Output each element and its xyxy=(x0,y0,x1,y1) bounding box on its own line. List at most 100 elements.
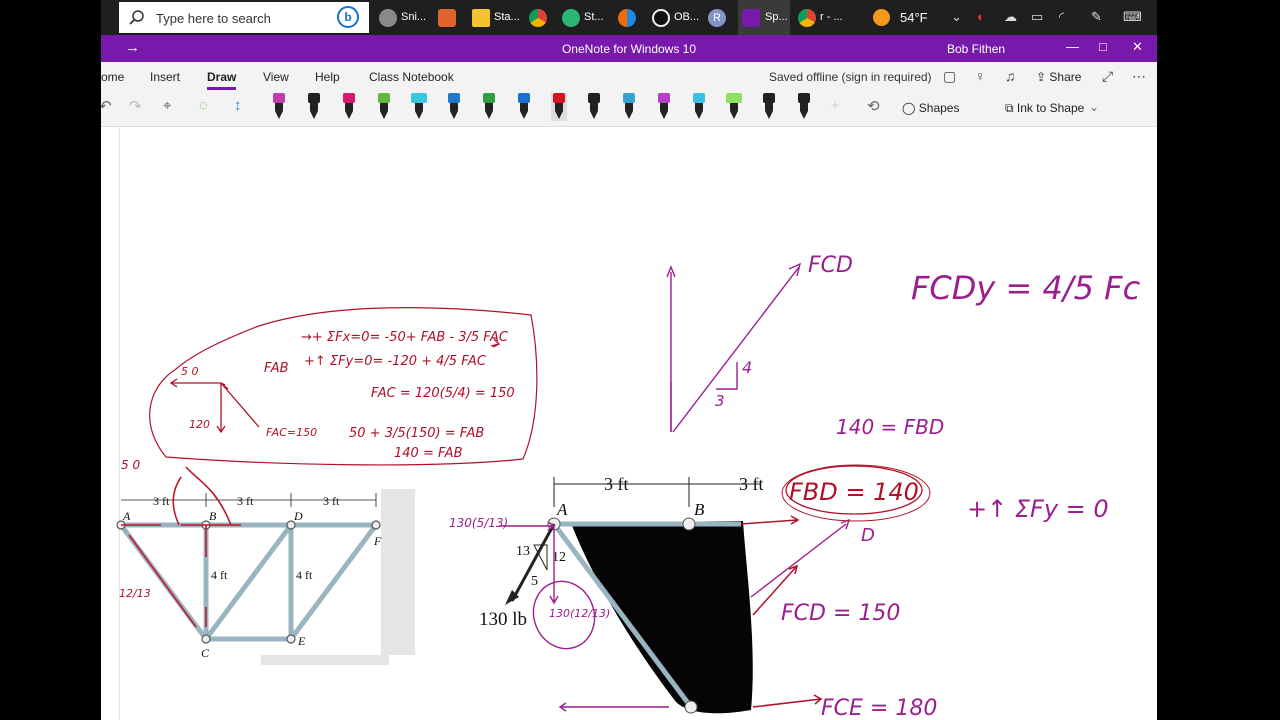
keyboard-icon[interactable]: ⌨ xyxy=(1123,9,1142,25)
taskbar-app-snipping[interactable]: Sni... xyxy=(379,0,429,35)
maximize-icon[interactable]: □ xyxy=(1099,39,1107,54)
expand-icon[interactable]: ⤢ xyxy=(1102,68,1113,85)
add-pen-icon[interactable]: + xyxy=(831,97,840,114)
profile-icon: R xyxy=(708,9,726,27)
note-fab-eq: 50 + 3/5(150) = FAB xyxy=(349,426,484,441)
taskbar-app-chrome-profile[interactable]: r - ... xyxy=(798,0,848,35)
taskbar-app-chrome[interactable] xyxy=(529,0,554,35)
more-icon[interactable]: ⋯ xyxy=(1132,68,1146,85)
note-5-0: 5 0 xyxy=(121,458,140,472)
pen-13[interactable] xyxy=(691,93,707,121)
pen-10[interactable] xyxy=(586,93,602,121)
draw-toolbar: ↶ ↷ ⌖ ◌ ↕ + ⟲ ◯ Shapes ⧉ Ink to Shape ⌄ xyxy=(101,90,1157,127)
pen-4[interactable] xyxy=(376,93,392,121)
lightbulb-icon[interactable]: ♀ xyxy=(975,68,986,84)
taskbar-app-profile[interactable]: R xyxy=(708,0,734,35)
truss-label-a: A xyxy=(122,509,131,523)
note-fac: FAC = 120(5/4) = 150 xyxy=(371,386,515,401)
note-sum-fx: →+ ΣFx=0= -50+ FAB - 3/5 FAC xyxy=(301,330,509,345)
taskbar-app-sticky[interactable]: Sta... xyxy=(472,0,522,35)
onenote-icon xyxy=(742,9,760,27)
note-fce-180: FCE = 180 xyxy=(821,696,937,720)
search-box[interactable]: Type here to search b xyxy=(119,2,369,33)
shapes-icon: ◯ xyxy=(902,101,919,115)
chevron-up-icon[interactable]: ⌄ xyxy=(951,9,962,25)
tab-help[interactable]: Help xyxy=(315,70,340,84)
pen-6[interactable] xyxy=(446,93,462,121)
wifi-icon[interactable]: ◜ xyxy=(1059,9,1064,25)
bell-icon[interactable]: ♫ xyxy=(1005,68,1016,84)
note-sum-fy-0: +↑ ΣFy = 0 xyxy=(967,495,1109,523)
bing-icon[interactable]: b xyxy=(337,6,359,28)
pen-16[interactable] xyxy=(796,93,812,121)
big-label-a: A xyxy=(556,500,568,519)
taskbar-app-obs[interactable]: OB... xyxy=(652,0,702,35)
fbd-circled: FBD = 140 xyxy=(740,464,931,708)
notebook-icon[interactable]: ▢ xyxy=(943,68,956,85)
ink-replay-icon[interactable]: ⟲ xyxy=(867,97,880,115)
chrome-icon xyxy=(529,9,547,27)
pen-3[interactable] xyxy=(341,93,357,121)
obs-icon xyxy=(652,9,670,27)
note-fac-150: FAC=150 xyxy=(266,426,317,439)
minimize-icon[interactable]: — xyxy=(1066,39,1079,54)
big-n5: 5 xyxy=(531,574,538,589)
pen-7[interactable] xyxy=(481,93,497,121)
pen-12[interactable] xyxy=(656,93,672,121)
chevron-down-icon[interactable]: ⌄ xyxy=(1089,100,1099,114)
truss-dim-1: 3 ft xyxy=(153,494,170,508)
tab-draw[interactable]: Draw xyxy=(207,70,237,90)
taskbar: Type here to search b Sni... Sta... St..… xyxy=(101,0,1157,35)
search-placeholder: Type here to search xyxy=(156,11,271,26)
note-130-12-13: 130(12/13) xyxy=(549,607,610,620)
app-tray-icon[interactable]: ◐ xyxy=(977,9,985,24)
taskbar-app-st[interactable]: St... xyxy=(562,0,612,35)
note-fcd: FCD xyxy=(808,253,853,278)
shapes-button[interactable]: ◯ Shapes xyxy=(902,101,959,115)
pen-icon[interactable]: ✎ xyxy=(1091,9,1102,25)
undo-icon[interactable]: ↶ xyxy=(101,97,112,115)
lasso-icon[interactable]: ◌ xyxy=(199,97,208,114)
tab-insert[interactable]: Insert xyxy=(150,70,180,84)
note-50: 5 0 xyxy=(181,365,199,378)
big-load: 130 lb xyxy=(479,609,527,630)
ribbon-tabs: ome Insert Draw View Help Class Notebook… xyxy=(101,62,1157,90)
truss-label-c: C xyxy=(201,646,210,660)
tab-home[interactable]: ome xyxy=(101,70,124,84)
select-text-icon[interactable]: ⌖ xyxy=(163,97,171,114)
user-name[interactable]: Bob Fithen xyxy=(947,42,1005,56)
tab-view[interactable]: View xyxy=(263,70,289,84)
big-dim-2: 3 ft xyxy=(739,474,764,494)
small-truss: 3 ft 3 ft 3 ft 4 ft 4 ft A B C D E F 12/… xyxy=(116,458,415,665)
snipping-tool-icon xyxy=(379,9,397,27)
share-button[interactable]: ⇪ Share xyxy=(1036,70,1081,84)
note-tri-3: 3 xyxy=(715,392,725,410)
note-canvas[interactable]: →+ ΣFx=0= -50+ FAB - 3/5 FAC +↑ ΣFy=0= -… xyxy=(101,127,1157,720)
truss-height-1: 4 ft xyxy=(211,568,228,582)
pen-2[interactable] xyxy=(306,93,322,121)
add-space-icon[interactable]: ↕ xyxy=(234,97,242,114)
note-12-13: 12/13 xyxy=(119,587,151,600)
taskbar-app-paint[interactable] xyxy=(438,0,463,35)
pen-1[interactable] xyxy=(271,93,287,121)
pen-5[interactable] xyxy=(411,93,427,121)
tab-class-notebook[interactable]: Class Notebook xyxy=(369,70,454,84)
pen-8[interactable] xyxy=(516,93,532,121)
truss-label-e: E xyxy=(297,634,306,648)
cloud-icon[interactable]: ☁ xyxy=(1004,9,1017,25)
note-fbd-140: FBD = 140 xyxy=(789,478,919,506)
battery-icon[interactable]: ▭ xyxy=(1031,9,1043,25)
note-fab: FAB xyxy=(264,361,289,376)
close-icon[interactable]: ✕ xyxy=(1132,39,1143,55)
ink-to-shape-button[interactable]: ⧉ Ink to Shape xyxy=(1005,101,1084,116)
share-icon: ⇪ xyxy=(1036,70,1050,84)
app-icon xyxy=(562,9,580,27)
pen-15[interactable] xyxy=(761,93,777,121)
note-sum-fy: +↑ ΣFy=0= -120 + 4/5 FAC xyxy=(304,354,487,369)
taskbar-app-onenote[interactable]: Sp... xyxy=(738,0,790,35)
redo-icon[interactable]: ↷ xyxy=(129,97,142,115)
pen-11[interactable] xyxy=(621,93,637,121)
pen-14[interactable] xyxy=(726,93,742,121)
pen-9[interactable] xyxy=(551,93,567,121)
taskbar-app-tool[interactable] xyxy=(618,0,643,35)
